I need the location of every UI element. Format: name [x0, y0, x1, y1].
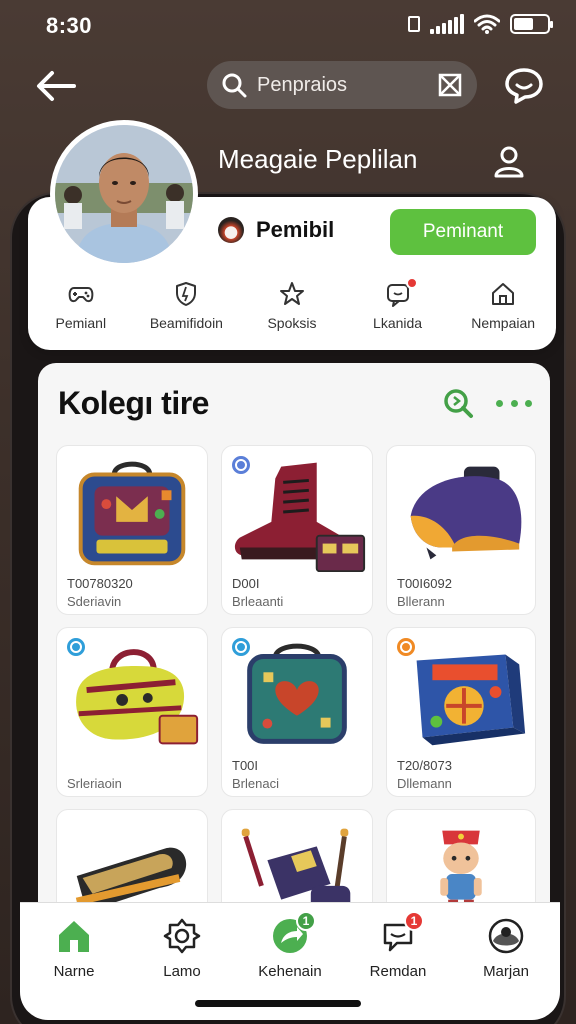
quick-action-pemianl[interactable]: Pemianl — [31, 281, 131, 331]
status-time: 8:30 — [46, 13, 93, 38]
profile-name: Meagaie Peplilan — [218, 144, 418, 174]
nav-label: Kehenain — [258, 963, 322, 980]
home-icon — [59, 921, 89, 952]
quick-action-spoksis[interactable]: Spoksis — [242, 281, 342, 331]
nav-row: Narne Lamo 1 Kehenain 1 Remdan Marjan — [20, 911, 560, 980]
item-badge — [395, 636, 417, 658]
chat-button[interactable] — [502, 64, 546, 108]
item-subtitle: Brlenaci — [232, 776, 279, 791]
quick-action-label: Lkanida — [373, 315, 423, 331]
wifi-icon — [474, 14, 500, 34]
signal-icon — [430, 14, 464, 34]
brand-logo — [218, 217, 244, 243]
profile-icon — [488, 918, 524, 954]
quick-action-label: Beamifidoin — [149, 315, 223, 331]
nav-item-remdan[interactable]: 1 Remdan — [348, 911, 448, 980]
quick-action-lkanida[interactable]: Lkanida — [348, 277, 448, 331]
brand-row: Pemibil — [218, 217, 334, 243]
home-icon — [492, 283, 515, 305]
item-code: T00I6092 — [397, 576, 452, 591]
item-code: D00I — [232, 576, 260, 591]
status-bar: 8:30 — [0, 0, 576, 52]
quick-action-label: Spoksis — [267, 315, 317, 331]
quick-action-label: Nempaian — [471, 315, 536, 331]
camera-icon — [163, 918, 201, 954]
search-icon — [222, 73, 247, 98]
item-card-backpack[interactable]: T00780320 Sderiavin — [56, 445, 208, 615]
dot — [525, 399, 532, 407]
item-code: T20/8073 — [397, 758, 452, 773]
user-button[interactable] — [490, 142, 528, 180]
nav-label: Remdan — [369, 963, 427, 980]
controller-icon — [68, 287, 94, 303]
notification-badge — [405, 277, 418, 289]
status-icons — [408, 14, 553, 34]
nav-label: Marjan — [483, 963, 529, 980]
brand-name: Pemibil — [256, 217, 335, 242]
item-card-game-box[interactable]: T20/8073 Dllemann — [386, 627, 536, 797]
item-subtitle: Srleriaoin — [67, 776, 122, 791]
item-card-helmet[interactable]: T00I6092 Bllerann — [386, 445, 536, 615]
shield-icon — [176, 282, 197, 306]
quick-actions: Pemianl Beamifidoin Spoksis Lkanida Nemp… — [28, 277, 556, 331]
item-subtitle: Dllemann — [397, 776, 452, 791]
collection-search-button[interactable] — [442, 387, 474, 419]
item-grid: T00780320 Sderiavin D00I Brleaanti T00I6… — [56, 445, 536, 923]
chat-bubble-icon — [505, 68, 543, 104]
quick-action-label: Pemianl — [55, 315, 107, 331]
nav-badge: 1 — [296, 911, 316, 931]
primary-action-button[interactable]: Peminant — [390, 209, 536, 255]
item-badge — [230, 454, 252, 476]
more-options-button[interactable] — [496, 389, 532, 417]
nav-item-kehenain[interactable]: 1 Kehenain — [240, 911, 340, 980]
clear-icon[interactable] — [437, 72, 463, 98]
sim-icon — [408, 16, 420, 32]
item-code: T00I — [232, 758, 259, 773]
avatar[interactable] — [50, 120, 198, 268]
star-icon — [279, 282, 304, 305]
nav-label: Narne — [53, 963, 95, 980]
dot — [510, 399, 518, 407]
profile-photo — [55, 125, 193, 263]
item-card-boot[interactable]: D00I Brleaanti — [221, 445, 373, 615]
helmet-image — [410, 466, 522, 560]
nav-item-marjan[interactable]: Marjan — [456, 917, 556, 980]
quick-action-nempaian[interactable]: Nempaian — [453, 281, 553, 331]
search-icon — [444, 389, 473, 418]
item-badge — [65, 636, 87, 658]
item-subtitle: Sderiavin — [67, 594, 122, 609]
nav-badge: 1 — [404, 911, 424, 931]
collection-title: Kolegı tire — [58, 385, 209, 421]
item-card-lunch-bag[interactable]: T00I Brlenaci — [221, 627, 373, 797]
quick-action-beamifidoin[interactable]: Beamifidoin — [136, 281, 236, 331]
arrow-left-icon — [37, 71, 76, 101]
search-bar[interactable]: Penpraios — [207, 61, 477, 109]
nav-item-home[interactable]: Narne — [24, 917, 124, 980]
back-button[interactable] — [32, 64, 80, 108]
collection-panel: Kolegı tire T00780320 Sderiavin D00I Brl… — [38, 363, 550, 923]
item-subtitle: Brleaanti — [232, 594, 284, 609]
nav-label: Lamo — [163, 963, 201, 980]
home-indicator[interactable] — [195, 1000, 361, 1007]
backpack-image — [78, 461, 186, 566]
battery-icon — [510, 14, 553, 34]
nav-item-lamo[interactable]: Lamo — [132, 917, 232, 980]
user-icon — [494, 146, 524, 178]
item-badge — [230, 636, 252, 658]
item-card-duffel-bag[interactable]: Srleriaoin — [56, 627, 208, 797]
dot — [496, 399, 503, 407]
search-input[interactable]: Penpraios — [257, 74, 437, 97]
item-subtitle: Bllerann — [397, 594, 445, 609]
item-code: T00780320 — [67, 576, 133, 591]
